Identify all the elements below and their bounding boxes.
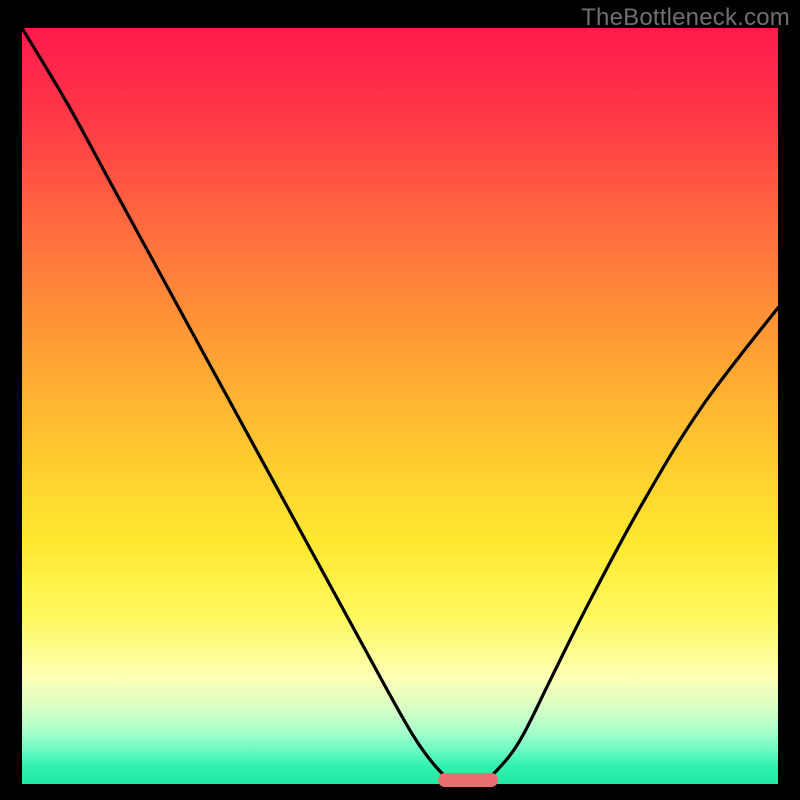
chart-frame: TheBottleneck.com <box>0 0 800 800</box>
optimal-marker <box>438 773 498 787</box>
watermark-text: TheBottleneck.com <box>581 4 790 32</box>
bottleneck-curve-path <box>22 28 778 781</box>
plot-area <box>22 28 778 784</box>
curve-svg <box>22 28 778 784</box>
